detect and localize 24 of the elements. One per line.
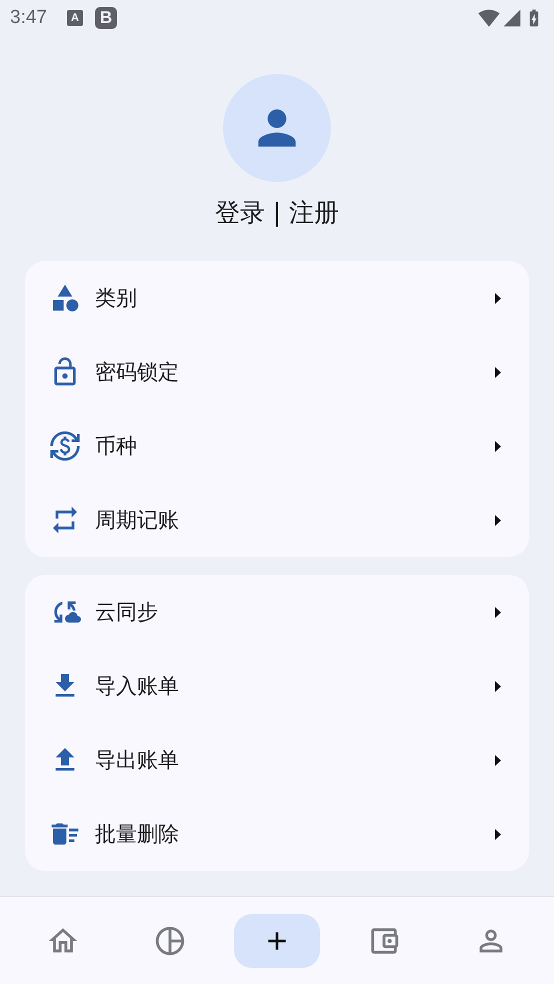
menu-item[interactable]: 导入账单: [25, 649, 529, 723]
caret-icon: [495, 754, 501, 766]
login-register-link[interactable]: 登录 | 注册: [214, 196, 340, 229]
currency-exchange-icon: [49, 430, 81, 462]
signal-icon: [502, 8, 522, 28]
wifi-icon: [478, 7, 500, 29]
menu-item[interactable]: 导出账单: [25, 723, 529, 797]
caret-icon: [495, 828, 501, 840]
menu-item[interactable]: 批量删除: [25, 797, 529, 871]
status-time: 3:47: [10, 7, 47, 29]
caret-icon: [495, 440, 501, 452]
caret-icon: [495, 680, 501, 692]
menu-item[interactable]: 云同步: [25, 575, 529, 649]
menu-item[interactable]: 类别: [25, 261, 529, 335]
menu-item[interactable]: 密码锁定: [25, 335, 529, 409]
menu-item[interactable]: 币种: [25, 409, 529, 483]
caret-icon: [495, 292, 501, 304]
caret-icon: [495, 366, 501, 378]
caret-icon: [495, 606, 501, 618]
caret-icon: [495, 514, 501, 526]
notification-icon: A: [66, 10, 83, 26]
notification-icon: B: [94, 7, 117, 29]
menu-item[interactable]: 周期记账: [25, 483, 529, 557]
nav-tab[interactable]: [234, 914, 320, 968]
